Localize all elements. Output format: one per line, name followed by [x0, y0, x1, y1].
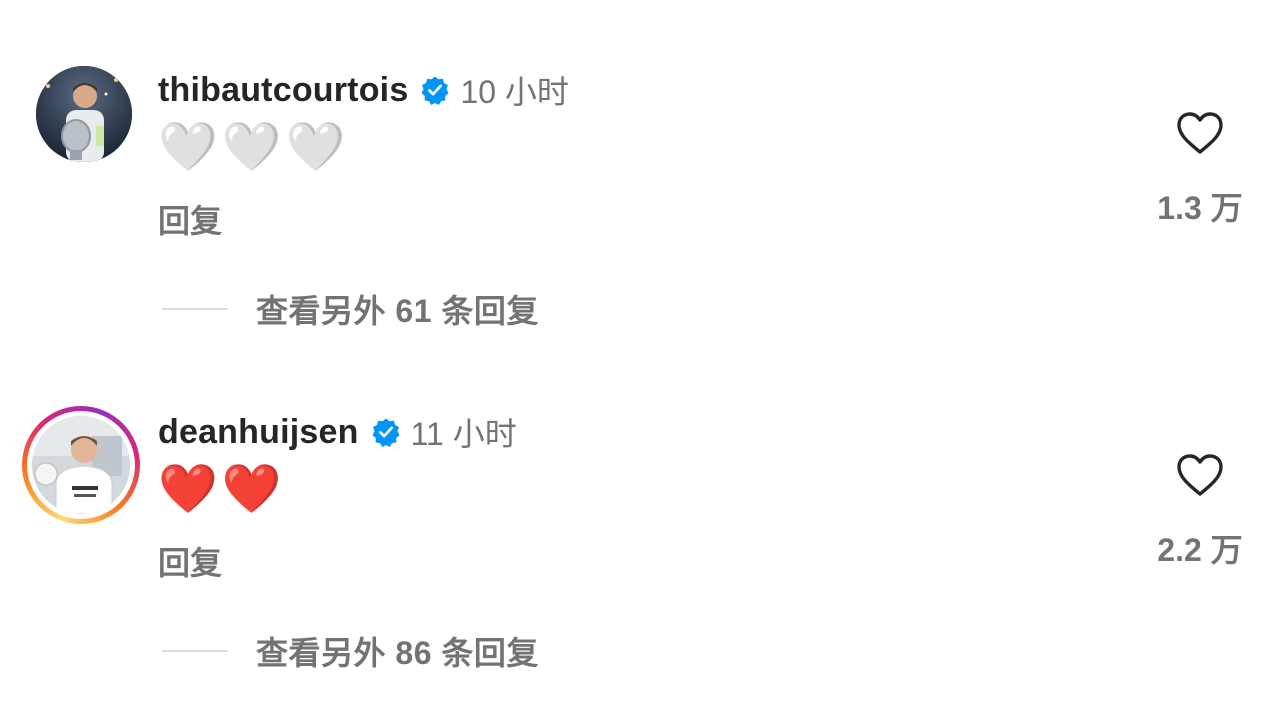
- avatar[interactable]: [36, 66, 132, 162]
- like-control: 1.3 万: [1150, 110, 1250, 229]
- comment-item: thibautcourtois 10 小时 🤍🤍🤍 回复 1.3 万 查看另外 …: [0, 0, 1284, 340]
- verified-badge-icon: [372, 418, 400, 447]
- like-control: 2.2 万: [1150, 452, 1250, 571]
- reply-button[interactable]: 回复: [158, 196, 222, 242]
- timestamp: 10 小时: [460, 74, 569, 110]
- like-count: 2.2 万: [1157, 532, 1243, 568]
- view-replies-label: 查看另外 61 条回复: [256, 293, 539, 329]
- comment-text: 🤍🤍🤍: [158, 121, 350, 174]
- avatar-photo-icon: [32, 416, 130, 514]
- reply-button[interactable]: 回复: [158, 538, 222, 584]
- divider-line: [162, 650, 228, 652]
- view-replies-button[interactable]: 查看另外 61 条回复: [162, 288, 539, 330]
- like-count: 1.3 万: [1157, 190, 1243, 226]
- divider-line: [162, 308, 228, 310]
- timestamp: 11 小时: [410, 416, 517, 452]
- heart-outline-icon[interactable]: [1175, 452, 1225, 498]
- view-replies-button[interactable]: 查看另外 86 条回复: [162, 630, 539, 672]
- avatar: [32, 416, 130, 514]
- username[interactable]: thibautcourtois: [158, 71, 408, 110]
- comment-item: deanhuijsen 11 小时 ❤️❤️ 回复 2.2 万 查看另外 86 …: [0, 342, 1284, 682]
- view-replies-label: 查看另外 86 条回复: [256, 635, 539, 671]
- verified-badge-icon: [421, 76, 449, 105]
- comment-text: ❤️❤️: [158, 463, 286, 516]
- avatar-story-ring[interactable]: [22, 406, 140, 524]
- comment-header: deanhuijsen 11 小时: [158, 412, 517, 453]
- username[interactable]: deanhuijsen: [158, 413, 359, 452]
- avatar-photo-icon: [36, 66, 132, 162]
- comment-header: thibautcourtois 10 小时: [158, 70, 569, 111]
- heart-outline-icon[interactable]: [1175, 110, 1225, 156]
